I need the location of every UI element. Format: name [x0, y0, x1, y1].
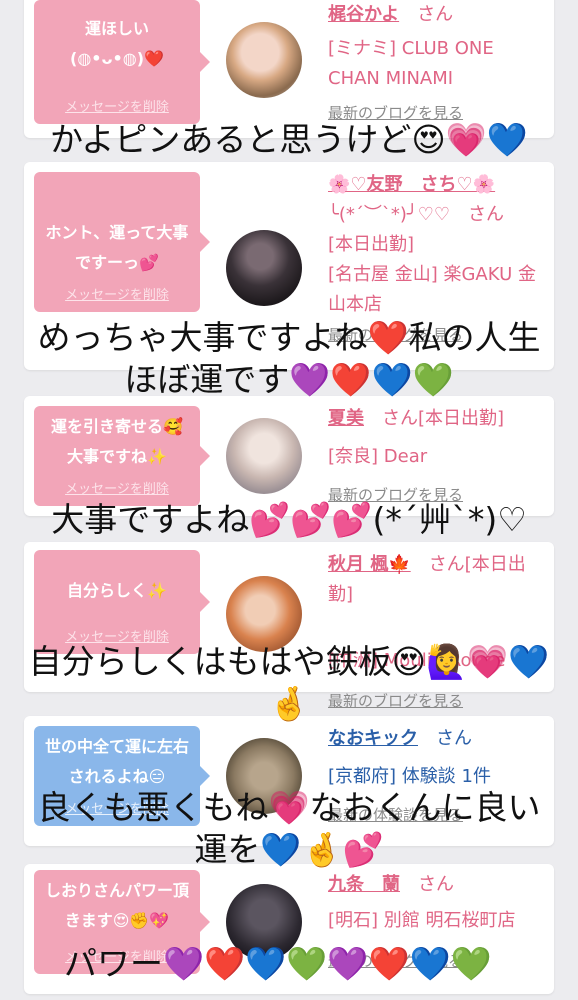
cast-info: 夏美 さん[本日出勤] [奈良] Dear 最新のブログを見る [328, 404, 548, 506]
overlay-caption: ほぼ運です💜❤️💙💚 [124, 360, 454, 399]
message-card: 運を引き寄せる🥰大事ですね✨ メッセージを削除 夏美 さん[本日出勤] [奈良]… [24, 396, 554, 516]
overlay-caption: 運を💙🤞💕 [194, 830, 384, 869]
cast-info: 梶谷かよ さん [ミナミ] CLUB ONE CHAN MINAMI 最新のブロ… [328, 0, 548, 124]
shop-name: [奈良] Dear [328, 446, 428, 467]
delete-message-link[interactable]: メッセージを削除 [34, 288, 200, 304]
honorific: さん [418, 874, 454, 895]
cast-name-link[interactable]: 梶谷かよ [328, 4, 399, 25]
overlay-caption: めっちゃ大事ですよね❤️私の人生 [37, 318, 541, 357]
message-text: 運を引き寄せる🥰大事ですね✨ [51, 417, 183, 466]
avatar[interactable] [226, 230, 302, 306]
overlay-caption: 良くも悪くもね💗なおくんに良い [37, 788, 541, 827]
shop-name: [明石] 別館 明石桜町店 [328, 910, 516, 931]
cast-name-link[interactable]: なおキック [328, 728, 418, 749]
message-card: 運ほしい (◍•ᴗ•◍)❤️ メッセージを削除 梶谷かよ さん [ミナミ] CL… [24, 0, 554, 138]
message-text: 世の中全て運に左右されるよね😑 [44, 737, 189, 786]
shop-name: [ミナミ] CLUB ONE CHAN MINAMI [328, 38, 494, 89]
avatar[interactable] [226, 576, 302, 652]
message-text: 自分らしく✨ [67, 581, 167, 600]
avatar[interactable] [226, 418, 302, 494]
work-status: [本日出勤] [328, 234, 415, 255]
overlay-caption: パワー💜❤️💙💚💜❤️💙💚 [64, 944, 492, 983]
message-bubble: ホント、運って大事ですーっ💕 メッセージを削除 [34, 172, 210, 312]
message-text: しおりさんパワー頂きます😍✊💖 [44, 881, 189, 930]
message-bubble: 運ほしい (◍•ᴗ•◍)❤️ メッセージを削除 [34, 0, 210, 124]
cast-name-link[interactable]: 九条 蘭 [328, 874, 400, 895]
overlay-caption: 自分らしくはもはや鉄板😍🙋‍♀️💗💙 [28, 642, 550, 681]
delete-message-link[interactable]: メッセージを削除 [34, 100, 200, 116]
avatar[interactable] [226, 22, 302, 98]
message-text: 運ほしい (◍•ᴗ•◍)❤️ [70, 19, 164, 68]
overlay-caption: かよピンあると思うけど😍💗💙 [50, 120, 528, 159]
cast-name-link[interactable]: 🌸♡友野 さち♡🌸 [328, 170, 548, 200]
overlay-caption: 大事ですよね💕💕💕(*´艸`*)♡ [51, 500, 527, 539]
shop-name: [名古屋 金山] 楽GAKU 金山本店 [328, 264, 536, 315]
honorific: さん [468, 204, 504, 225]
cast-name-link[interactable]: 秋月 楓🍁 [328, 554, 411, 575]
message-text: ホント、運って大事ですーっ💕 [45, 223, 189, 272]
honorific: さん [417, 4, 454, 25]
message-bubble: 自分らしく✨ メッセージを削除 [34, 550, 210, 654]
overlay-caption: 🤞 [268, 684, 310, 723]
message-bubble: 運を引き寄せる🥰大事ですね✨ メッセージを削除 [34, 406, 210, 506]
delete-message-link[interactable]: メッセージを削除 [34, 482, 200, 498]
cast-name-link[interactable]: 夏美 [328, 408, 364, 429]
honorific: さん[本日出勤] [382, 408, 505, 429]
honorific: さん [436, 728, 472, 749]
cast-name-kaomoji: ╰(*´︶`*)╯♡♡ [328, 204, 450, 225]
